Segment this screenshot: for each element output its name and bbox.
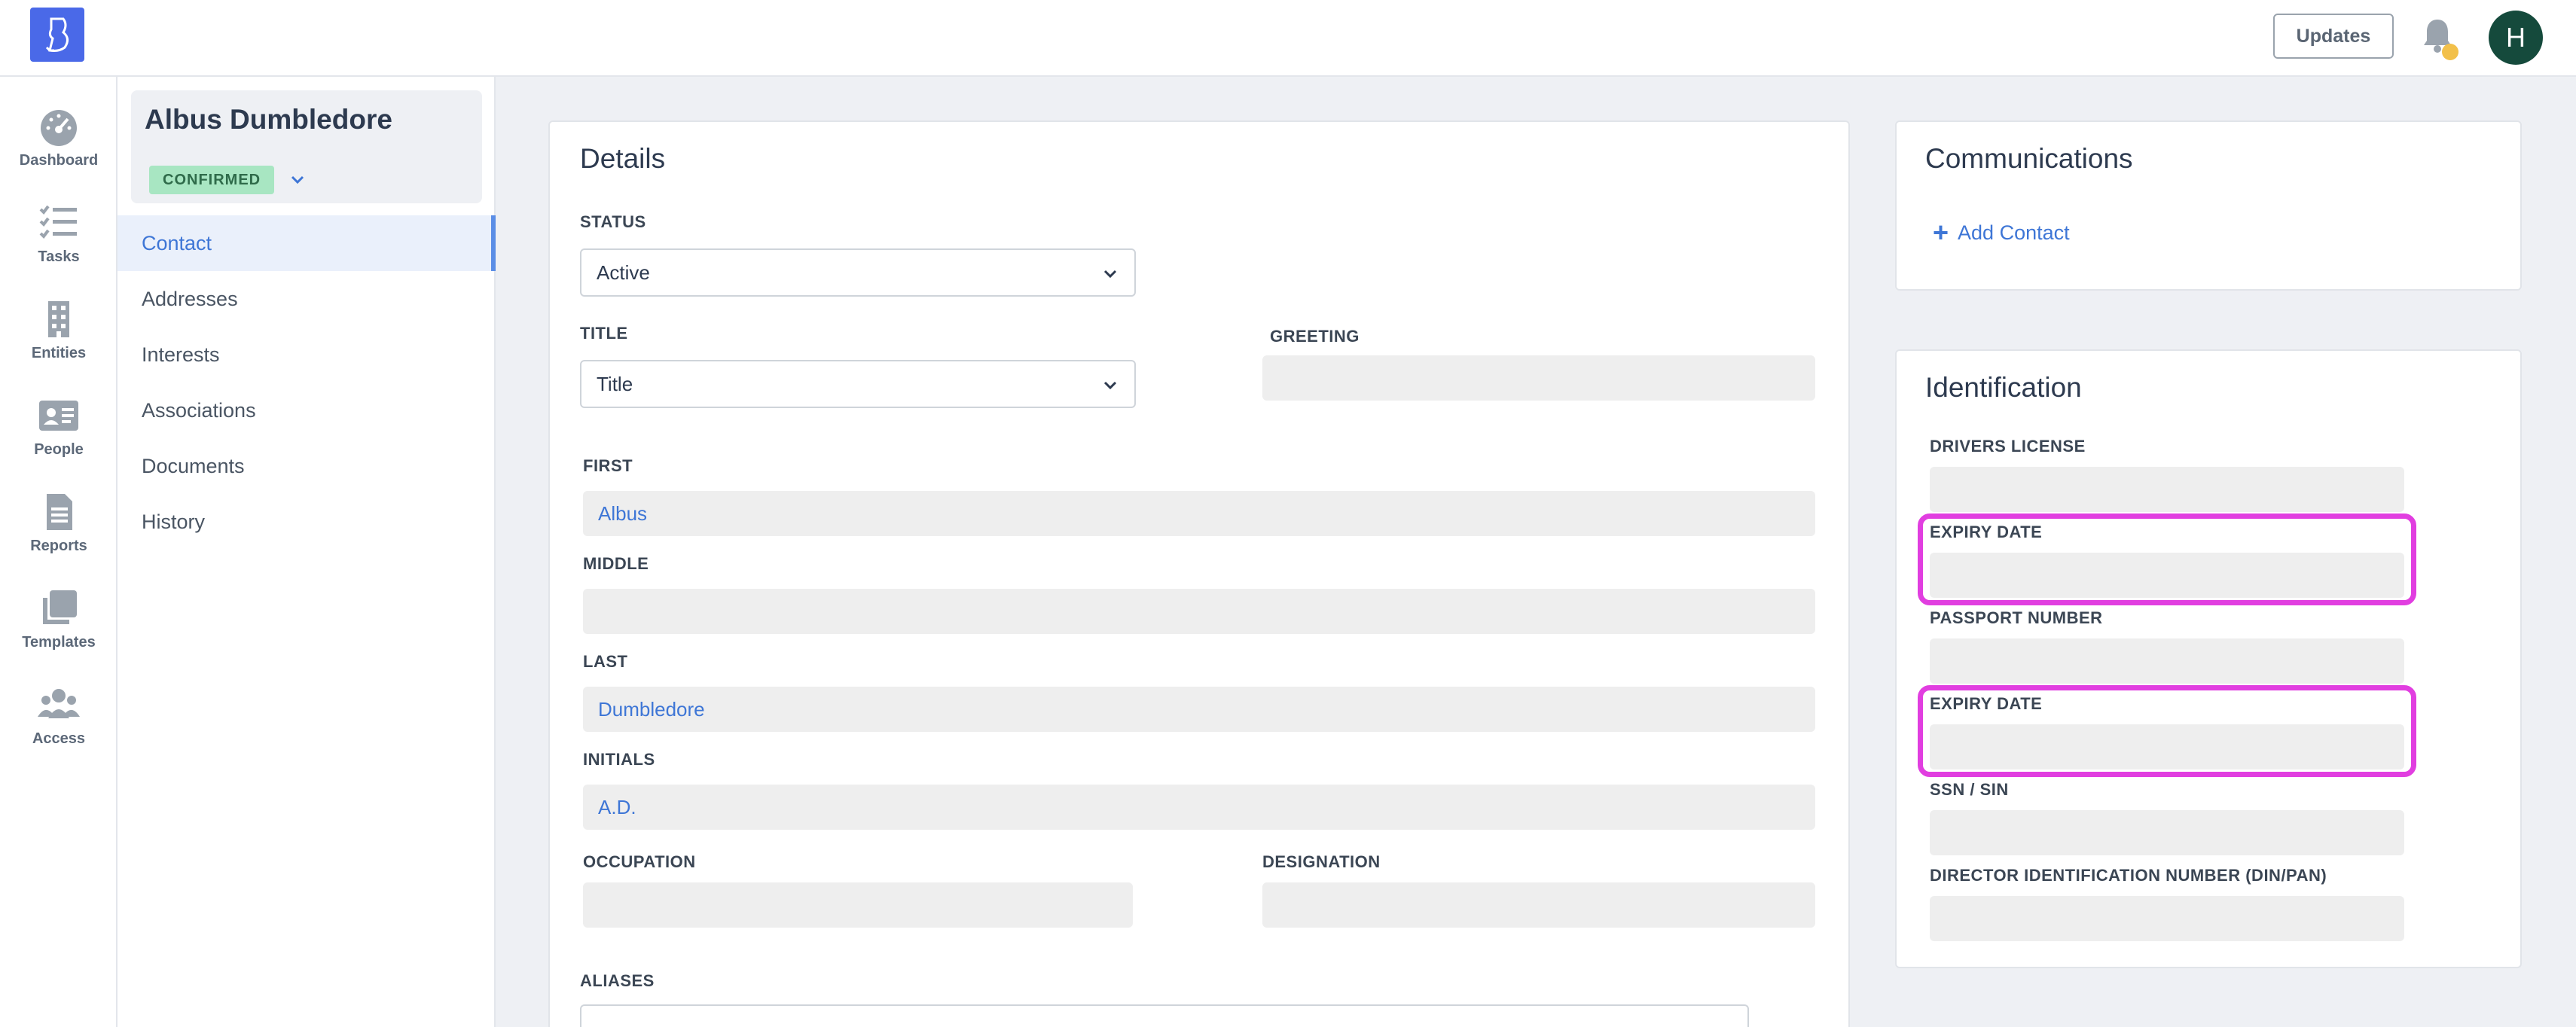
notifications-button[interactable] (2421, 17, 2462, 62)
passport-number-input[interactable] (1930, 638, 2404, 684)
passport-expiry-label: EXPIRY DATE (1930, 694, 2043, 713)
ssn-input[interactable] (1930, 810, 2404, 855)
aliases-input[interactable] (580, 1004, 1749, 1027)
designation-label: DESIGNATION (1262, 852, 1381, 871)
users-icon (38, 689, 80, 718)
occupation-label: OCCUPATION (583, 852, 696, 871)
copy-icon (43, 590, 77, 624)
subnav-item-contact[interactable]: Contact (118, 215, 496, 271)
nav-dashboard[interactable]: Dashboard (0, 105, 118, 188)
profile-name: Albus Dumbledore (145, 104, 392, 135)
nav-tasks-label: Tasks (38, 248, 80, 265)
first-name-input[interactable]: Albus (583, 491, 1815, 536)
building-icon (48, 301, 69, 337)
title-label: TITLE (580, 324, 628, 343)
drivers-license-expiry-label: EXPIRY DATE (1930, 523, 2043, 541)
nav-dashboard-label: Dashboard (19, 152, 99, 169)
title-select-value: Title (597, 372, 633, 395)
din-input[interactable] (1930, 896, 2404, 941)
tasks-checklist-icon (39, 205, 77, 239)
id-card-icon (39, 401, 78, 431)
status-select[interactable]: Active (580, 248, 1136, 297)
status-label: STATUS (580, 212, 646, 231)
nav-reports-label: Reports (30, 538, 87, 554)
subnav-item-documents[interactable]: Documents (118, 438, 496, 494)
greeting-input[interactable] (1262, 355, 1815, 401)
nav-people[interactable]: People (0, 395, 118, 477)
chevron-down-icon (1103, 270, 1117, 279)
initials-input[interactable]: A.D. (583, 785, 1815, 830)
designation-input[interactable] (1262, 882, 1815, 928)
drivers-license-label: DRIVERS LICENSE (1930, 437, 2086, 456)
nav-entities[interactable]: Entities (0, 298, 118, 381)
nav-access-label: Access (32, 730, 86, 747)
din-label: DIRECTOR IDENTIFICATION NUMBER (DIN/PAN) (1930, 866, 2327, 885)
drivers-license-input[interactable] (1930, 467, 2404, 512)
main-nav-rail: Dashboard Tasks Entities People Reports … (0, 77, 118, 1027)
status-select-value: Active (597, 261, 650, 284)
communications-title: Communications (1925, 143, 2133, 174)
contact-subnav: Albus Dumbledore CONFIRMED Contact Addre… (118, 77, 496, 1027)
plus-icon: + (1933, 217, 1949, 248)
logo-bird-icon (45, 17, 69, 52)
greeting-label: GREETING (1270, 327, 1360, 346)
subnav-item-interests[interactable]: Interests (118, 327, 496, 382)
updates-button[interactable]: Updates (2273, 14, 2394, 59)
first-name-label: FIRST (583, 456, 633, 475)
chevron-down-icon (1103, 381, 1117, 390)
chevron-down-icon[interactable] (288, 170, 307, 190)
nav-entities-label: Entities (31, 345, 87, 361)
user-avatar[interactable]: H (2489, 11, 2543, 65)
nav-reports[interactable]: Reports (0, 491, 118, 574)
passport-number-label: PASSPORT NUMBER (1930, 608, 2103, 627)
add-contact-button[interactable]: + Add Contact (1933, 217, 2070, 248)
last-name-label: LAST (583, 652, 628, 671)
dashboard-gauge-icon (41, 110, 77, 146)
subnav-item-associations[interactable]: Associations (118, 382, 496, 438)
middle-name-input[interactable] (583, 589, 1815, 634)
drivers-license-expiry-input[interactable] (1930, 553, 2404, 598)
subnav-item-addresses[interactable]: Addresses (118, 271, 496, 327)
nav-access[interactable]: Access (0, 684, 118, 766)
title-select[interactable]: Title (580, 360, 1136, 408)
nav-templates-label: Templates (22, 634, 96, 651)
ssn-label: SSN / SIN (1930, 780, 2009, 799)
notification-dot (2442, 44, 2458, 60)
profile-card: Albus Dumbledore CONFIRMED (131, 90, 482, 203)
occupation-input[interactable] (583, 882, 1133, 928)
details-title: Details (580, 143, 666, 174)
last-name-input[interactable]: Dumbledore (583, 687, 1815, 732)
status-badge[interactable]: CONFIRMED (149, 166, 275, 194)
subnav-item-history[interactable]: History (118, 494, 496, 550)
document-icon (47, 494, 72, 530)
add-contact-label: Add Contact (1958, 221, 2070, 244)
nav-tasks[interactable]: Tasks (0, 202, 118, 285)
identification-title: Identification (1925, 372, 2082, 403)
middle-name-label: MIDDLE (583, 554, 649, 573)
aliases-label: ALIASES (580, 971, 655, 990)
passport-expiry-input[interactable] (1930, 724, 2404, 769)
app-logo[interactable] (30, 8, 84, 62)
nav-templates[interactable]: Templates (0, 587, 118, 670)
initials-label: INITIALS (583, 750, 655, 769)
top-bar: Updates H (0, 0, 2576, 77)
nav-people-label: People (34, 441, 84, 458)
